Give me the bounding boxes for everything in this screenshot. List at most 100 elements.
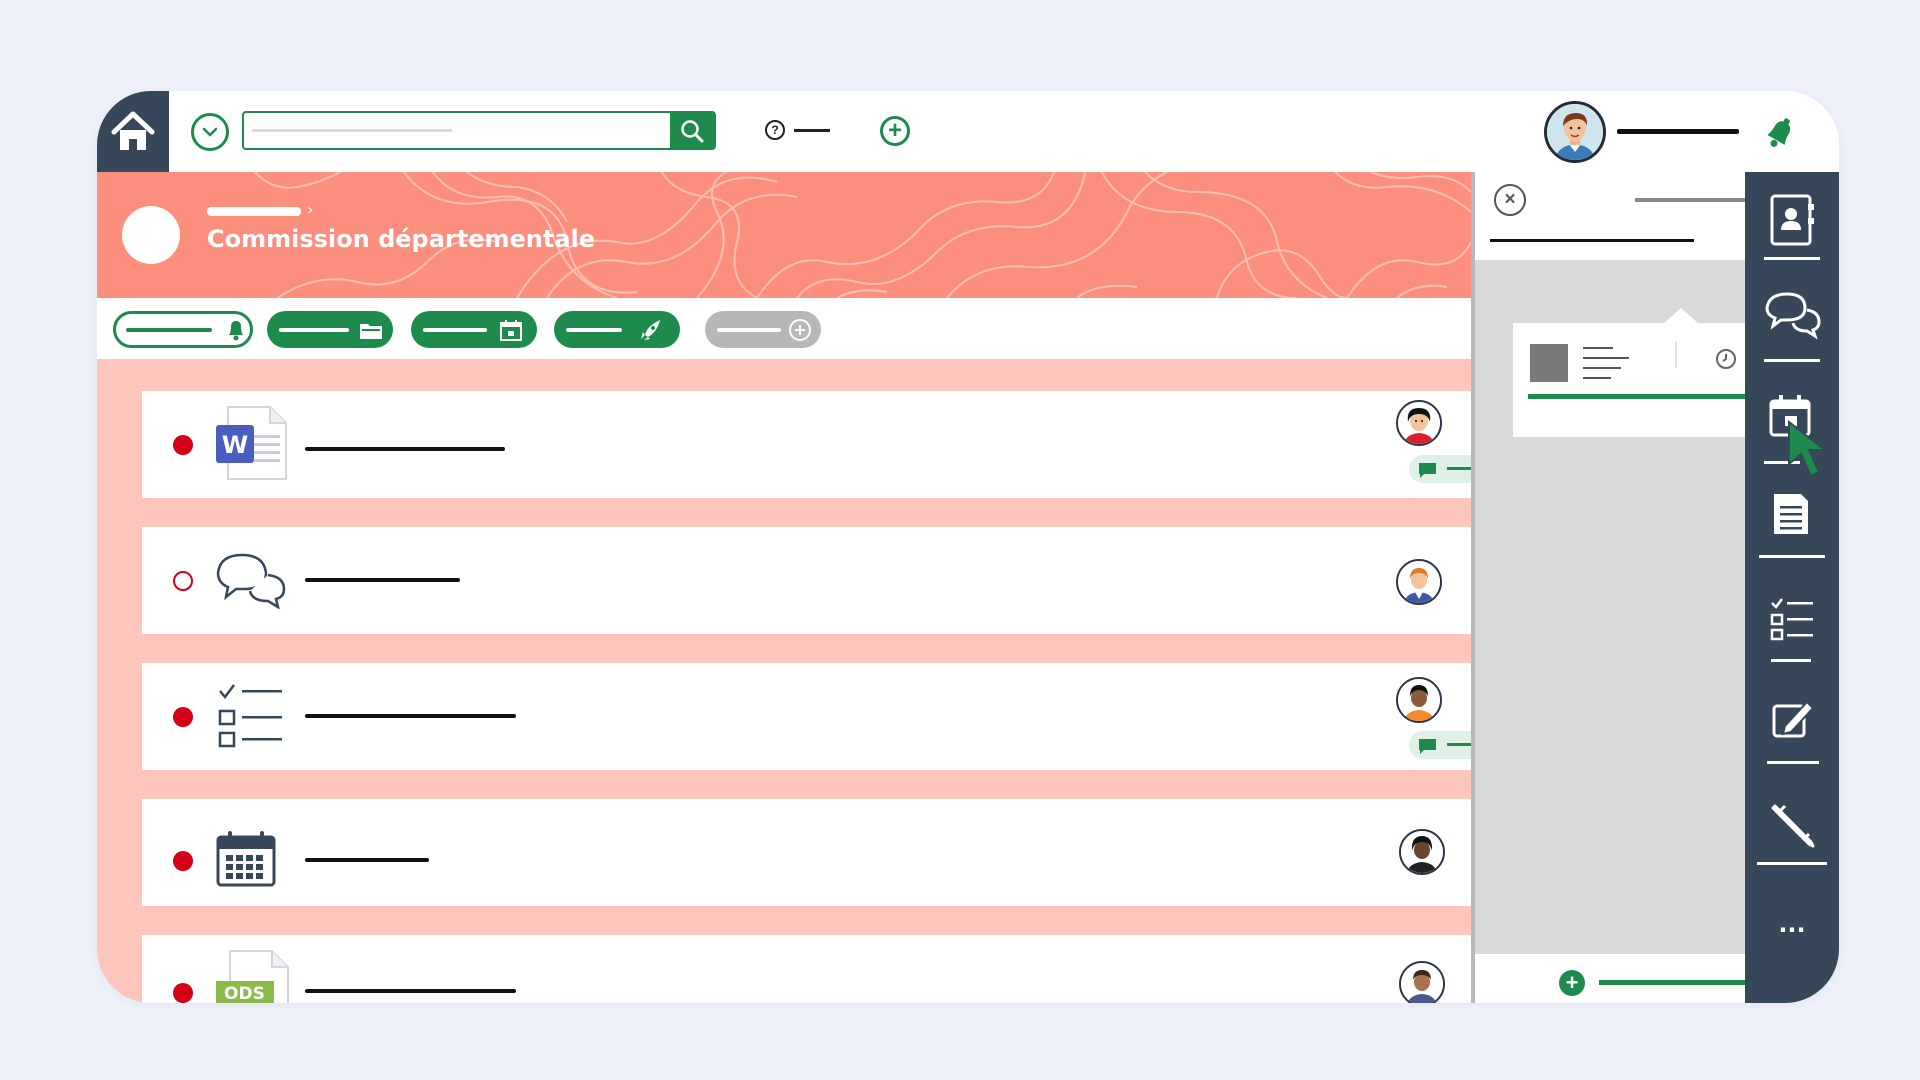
tab-label-line (423, 327, 487, 332)
tab-folder[interactable] (267, 311, 393, 348)
list-item[interactable]: W (142, 391, 1471, 498)
contacts-icon (1770, 194, 1814, 246)
chevron-down-icon (202, 127, 218, 137)
breadcrumb-parent-line[interactable] (207, 207, 301, 216)
search-icon (681, 119, 704, 142)
rail-item-underline (1759, 555, 1825, 558)
calendar-icon (216, 831, 276, 887)
dropdown-toggle-button[interactable] (191, 113, 229, 151)
search-input[interactable] (244, 113, 670, 148)
unread-indicator (173, 707, 193, 727)
bell-icon (229, 320, 243, 340)
item-text-line (1583, 377, 1611, 379)
rail-item-underline (1757, 862, 1827, 865)
home-button[interactable] (97, 91, 169, 172)
tab-calendar[interactable] (411, 311, 537, 348)
panel-item-card[interactable] (1513, 323, 1749, 437)
avatar-illustration (1398, 402, 1440, 444)
chat-bubbles-icon (216, 553, 286, 609)
item-title-line (305, 858, 429, 862)
ods-badge-text: ODS (224, 984, 265, 1003)
add-item-button[interactable]: + (1559, 970, 1585, 996)
search-button[interactable] (670, 113, 714, 148)
rail-item-contacts[interactable] (1745, 190, 1839, 260)
notifications-button[interactable] (1761, 115, 1799, 151)
rail-item-underline (1771, 659, 1811, 662)
add-symbol: + (1565, 970, 1579, 995)
unread-indicator (173, 851, 193, 871)
panel-subtitle-line (1490, 239, 1694, 242)
checklist-icon (1770, 598, 1813, 641)
item-title-line (305, 714, 516, 718)
item-title-line (305, 447, 505, 451)
comment-badge[interactable] (1409, 455, 1471, 483)
avatar-illustration (1401, 963, 1443, 1003)
tab-label-line (717, 327, 781, 332)
side-panel: × + (1471, 172, 1749, 1003)
item-title-line (305, 578, 460, 582)
user-avatar-illustration (1547, 104, 1603, 160)
item-text-line (1583, 367, 1621, 369)
checklist-icon (218, 684, 282, 748)
author-avatar (1396, 559, 1442, 605)
side-panel-footer: + (1475, 954, 1749, 1003)
side-panel-header: × (1475, 172, 1749, 260)
right-rail: ... (1745, 172, 1839, 1003)
tab-add[interactable] (705, 311, 821, 348)
more-options-button[interactable]: ... (1745, 910, 1839, 938)
list-item[interactable]: ODS (142, 935, 1471, 1003)
list-item[interactable] (142, 527, 1471, 634)
tab-bar (97, 298, 1471, 359)
tab-label-line (566, 327, 622, 332)
app-window: ? + › Commission départementale W ODS × … (97, 91, 1839, 1003)
add-button[interactable]: + (880, 116, 910, 146)
rail-item-checklist[interactable] (1745, 597, 1839, 677)
popover-arrow (1663, 308, 1699, 324)
comment-icon (1419, 463, 1471, 478)
progress-bar (1528, 394, 1749, 399)
list-item[interactable] (142, 799, 1471, 906)
rail-item-edit[interactable] (1745, 698, 1839, 778)
author-avatar (1396, 677, 1442, 723)
svg-text:W: W (222, 431, 248, 459)
comment-badge[interactable] (1409, 731, 1471, 759)
mouse-cursor-icon (1788, 419, 1828, 478)
bell-icon (1767, 118, 1791, 147)
item-thumbnail (1530, 344, 1568, 382)
edit-icon (1772, 700, 1815, 738)
top-bar: ? + (97, 91, 1839, 172)
rail-item-chat[interactable] (1745, 290, 1839, 362)
item-text-line (1583, 347, 1613, 349)
close-panel-button[interactable]: × (1494, 184, 1526, 216)
user-avatar[interactable] (1544, 101, 1606, 163)
user-name-line (1617, 129, 1739, 134)
chat-icon (1765, 292, 1821, 340)
page-title: Commission départementale (207, 225, 596, 253)
divider (1675, 342, 1677, 368)
add-symbol: + (887, 117, 902, 144)
rail-item-underline (1764, 257, 1820, 260)
help-label-line (794, 129, 830, 132)
tab-notifications[interactable] (113, 311, 253, 348)
unread-indicator (173, 435, 193, 455)
list-item[interactable] (142, 663, 1471, 770)
help-symbol: ? (771, 123, 779, 137)
close-icon: × (1504, 189, 1516, 210)
search-bar (242, 111, 716, 150)
workspace-banner: › Commission départementale (97, 172, 1471, 298)
rail-item-document[interactable] (1745, 490, 1839, 570)
rail-item-underline (1767, 761, 1819, 764)
clock-icon (1716, 349, 1736, 369)
word-document-icon: W (216, 406, 287, 480)
comment-icon (1419, 739, 1471, 754)
tab-launch[interactable] (554, 311, 680, 348)
document-icon (1774, 494, 1808, 534)
rail-item-pencil[interactable] (1745, 802, 1839, 882)
item-list: W ODS (97, 359, 1471, 1003)
avatar-illustration (1401, 831, 1443, 873)
help-button[interactable]: ? (765, 120, 785, 140)
avatar-illustration (1398, 679, 1440, 721)
author-avatar (1396, 400, 1442, 446)
plus-circle-icon (789, 318, 811, 341)
rocket-icon (641, 319, 660, 340)
